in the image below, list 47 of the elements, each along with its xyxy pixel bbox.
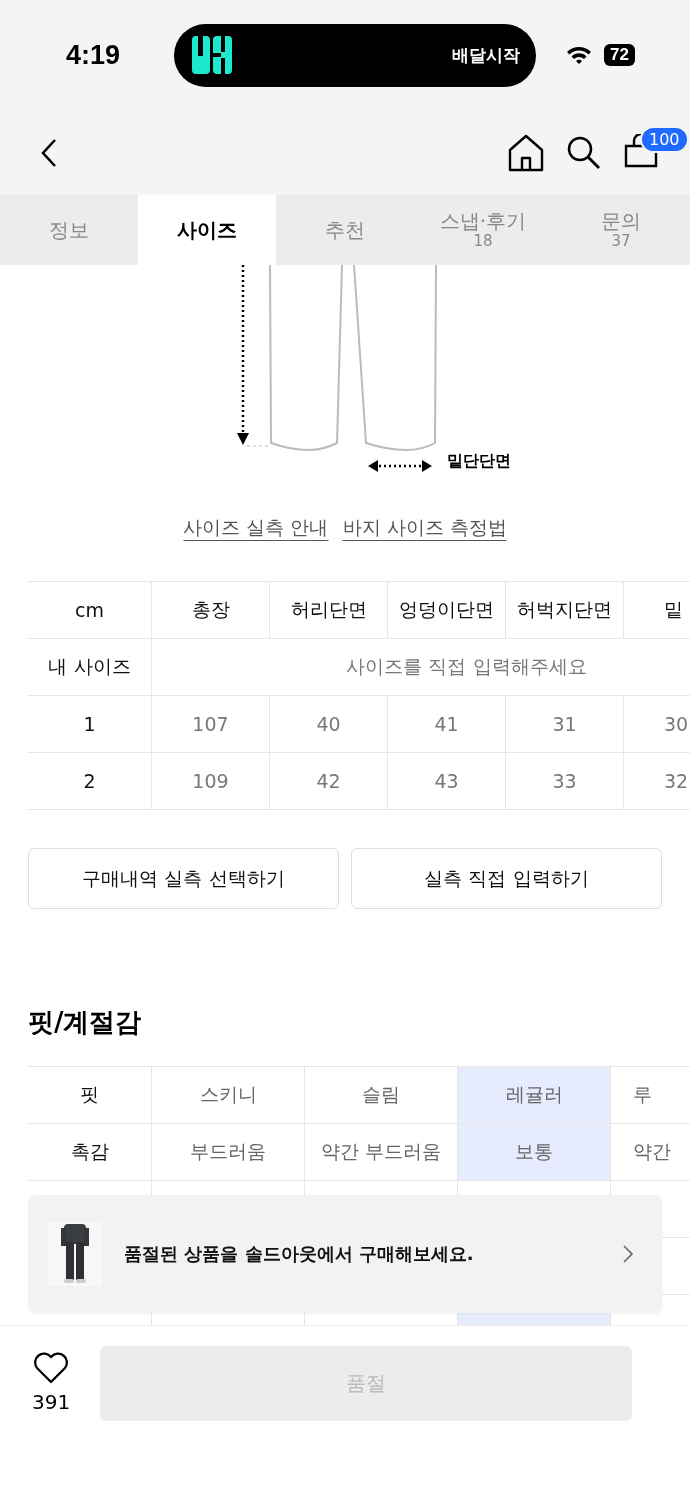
column-header: 밑 (623, 581, 690, 639)
column-header: cm (28, 581, 152, 639)
row-header: 내 사이즈 (28, 638, 152, 696)
cart-count-badge: 100 (640, 125, 689, 153)
table-cell: 31 (505, 695, 624, 753)
table-cell: 41 (387, 695, 506, 753)
fit-option-cell: 루 (610, 1066, 690, 1124)
fit-option-cell: 보통 (457, 1123, 611, 1181)
back-icon[interactable] (40, 137, 58, 168)
table-cell: 40 (269, 695, 388, 753)
table-cell: 109 (151, 752, 270, 810)
table-cell: 42 (269, 752, 388, 810)
size-action-button[interactable]: 실측 직접 입력하기 (351, 848, 662, 909)
tab[interactable]: 사이즈 (138, 195, 276, 265)
activity-text: 배달시작 (452, 43, 520, 67)
guide-link[interactable]: 바지 사이즈 측정법 (342, 515, 507, 541)
home-icon[interactable] (508, 133, 544, 172)
search-icon[interactable] (566, 134, 602, 171)
table-cell: 107 (151, 695, 270, 753)
fit-option-cell: 부드러움 (151, 1123, 305, 1181)
row-header: 촉감 (28, 1123, 152, 1181)
table-cell: 43 (387, 752, 506, 810)
heart-icon[interactable] (33, 1352, 70, 1384)
app-logo-icon (192, 36, 232, 74)
row-header: 핏 (28, 1066, 152, 1124)
soldout-banner[interactable]: 품절된 상품을 솔드아웃에서 구매해보세요. (28, 1195, 662, 1313)
fit-option-cell: 슬림 (304, 1066, 458, 1124)
column-header: 총장 (151, 581, 270, 639)
battery-level: 72 (604, 44, 635, 66)
fit-option-cell: 스키니 (151, 1066, 305, 1124)
like-count: 391 (32, 1390, 71, 1414)
column-header: 엉덩이단면 (387, 581, 506, 639)
fit-option-cell: 약간 부드러움 (304, 1123, 458, 1181)
size-action-button[interactable]: 구매내역 실측 선택하기 (28, 848, 339, 909)
row-header: 1 (28, 695, 152, 753)
hem-width-label: 밑단단면 (447, 451, 511, 472)
fit-option-cell: 레귤러 (457, 1066, 611, 1124)
column-header: 허벅지단면 (505, 581, 624, 639)
column-header: 허리단면 (269, 581, 388, 639)
row-header: 2 (28, 752, 152, 810)
status-time: 4:19 (66, 39, 122, 71)
banner-text: 품절된 상품을 솔드아웃에서 구매해보세요. (124, 1242, 475, 1266)
section-title: 핏/계절감 (28, 1006, 143, 1039)
table-cell: 33 (505, 752, 624, 810)
guide-link[interactable]: 사이즈 실측 안내 (183, 515, 329, 541)
wifi-icon (566, 45, 592, 65)
chevron-right-icon (622, 1244, 634, 1264)
